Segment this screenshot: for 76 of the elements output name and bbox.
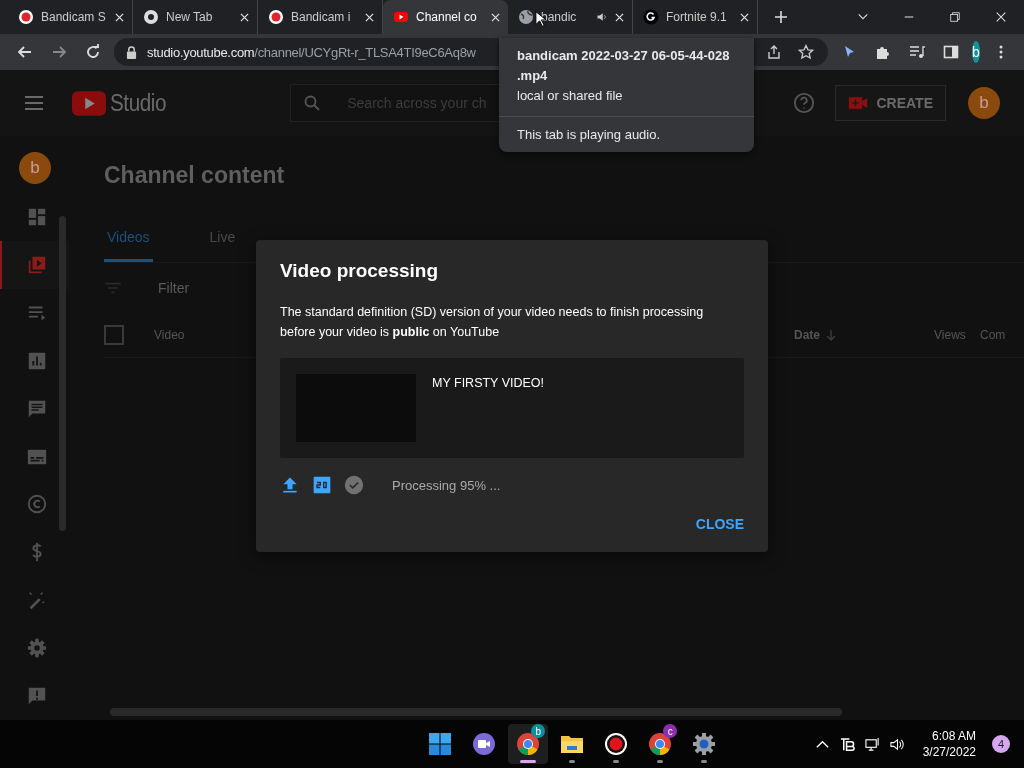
close-icon[interactable] xyxy=(740,12,749,22)
copyright-icon xyxy=(26,493,48,516)
column-header[interactable]: Views xyxy=(934,328,980,342)
close-icon[interactable] xyxy=(491,12,500,22)
taskbar-app[interactable]: c xyxy=(640,724,681,764)
browser-tab[interactable]: Channel co xyxy=(383,0,508,34)
tab-title: Bandicam i xyxy=(291,10,352,24)
record-icon xyxy=(268,9,284,25)
dialog-message: The standard definition (SD) version of your video needs to finish processing before your video is public on YouTube xyxy=(280,304,705,341)
close-icon[interactable] xyxy=(615,12,624,22)
puzzle-icon[interactable] xyxy=(875,44,891,60)
forward-icon[interactable] xyxy=(51,44,67,60)
filter-field[interactable]: Filter xyxy=(158,280,190,296)
speaker-icon xyxy=(596,11,608,23)
column-header[interactable]: Date xyxy=(794,328,934,342)
video-title: MY FIRSTY VIDEO! xyxy=(432,376,545,392)
channel-avatar[interactable]: b xyxy=(19,152,51,184)
sort-arrow-icon xyxy=(826,329,836,341)
scrollbar[interactable] xyxy=(110,708,842,716)
url-text: studio.youtube.com/channel/UCYgRt-r_TLSA4TI9eC6Aq8w xyxy=(147,44,476,60)
profile-badge: b xyxy=(531,724,546,738)
create-button[interactable]: CREATE xyxy=(835,85,946,121)
restore-icon[interactable] xyxy=(949,11,961,23)
network-icon[interactable] xyxy=(864,736,880,752)
search-icon xyxy=(304,95,321,111)
playlist-icon[interactable] xyxy=(909,44,925,60)
page-title: Channel content xyxy=(104,162,286,189)
share-icon[interactable] xyxy=(766,44,782,60)
g-logo-icon xyxy=(643,9,659,25)
scrollbar[interactable] xyxy=(59,216,66,531)
close-button[interactable]: CLOSE xyxy=(695,514,744,534)
star-icon[interactable] xyxy=(798,44,814,60)
tray-app-icon[interactable] xyxy=(839,736,855,752)
profile-badge: c xyxy=(663,724,678,738)
content-tab[interactable]: Videos xyxy=(104,223,153,262)
help-icon[interactable] xyxy=(793,92,816,114)
youtube-logo-icon[interactable] xyxy=(72,90,106,116)
notification-badge[interactable]: 4 xyxy=(992,735,1010,753)
close-icon[interactable] xyxy=(115,12,124,22)
close-icon[interactable] xyxy=(995,11,1007,23)
content-tab[interactable]: Live xyxy=(206,223,239,262)
volume-icon[interactable] xyxy=(889,736,905,752)
settings-icon xyxy=(26,637,48,660)
reload-icon[interactable] xyxy=(85,44,101,60)
tab-title: New Tab xyxy=(166,10,214,24)
dialog-title: Video processing xyxy=(280,260,440,282)
tab-title: Channel co xyxy=(416,10,478,24)
close-icon[interactable] xyxy=(240,12,249,22)
menu-icon[interactable] xyxy=(24,95,44,111)
record-icon xyxy=(604,732,629,756)
side-panel-icon[interactable] xyxy=(943,44,959,60)
tooltip-note: This tab is playing audio. xyxy=(499,116,754,152)
taskbar-app[interactable]: b xyxy=(508,724,549,764)
studio-logo-text[interactable]: Studio xyxy=(110,89,166,117)
globe-icon xyxy=(518,9,534,25)
avatar[interactable]: b xyxy=(968,87,1000,119)
lock-icon xyxy=(126,45,137,59)
close-icon[interactable] xyxy=(365,12,374,22)
clock-time[interactable]: 6:08 AM xyxy=(932,728,976,744)
youtube-icon xyxy=(393,9,409,25)
column-header[interactable]: Com xyxy=(980,328,1020,342)
chrome-icon xyxy=(143,9,159,25)
video-camera-icon xyxy=(848,96,869,110)
new-tab-icon[interactable] xyxy=(774,10,788,24)
tab-title: Fortnite 9.1 xyxy=(666,10,728,24)
tab-title: bandic xyxy=(541,10,578,24)
clock-date[interactable]: 3/27/2022 xyxy=(922,744,976,760)
processing-status: Processing 95% ... xyxy=(392,477,501,493)
tab-title: Bandicam S xyxy=(41,10,107,24)
profile-avatar[interactable]: b xyxy=(972,41,980,63)
video-chat-icon xyxy=(472,732,497,756)
record-icon xyxy=(18,9,34,25)
select-all-checkbox[interactable] xyxy=(104,325,124,345)
back-icon[interactable] xyxy=(17,44,33,60)
windows-logo-icon xyxy=(428,732,453,756)
settings-icon xyxy=(692,732,717,756)
